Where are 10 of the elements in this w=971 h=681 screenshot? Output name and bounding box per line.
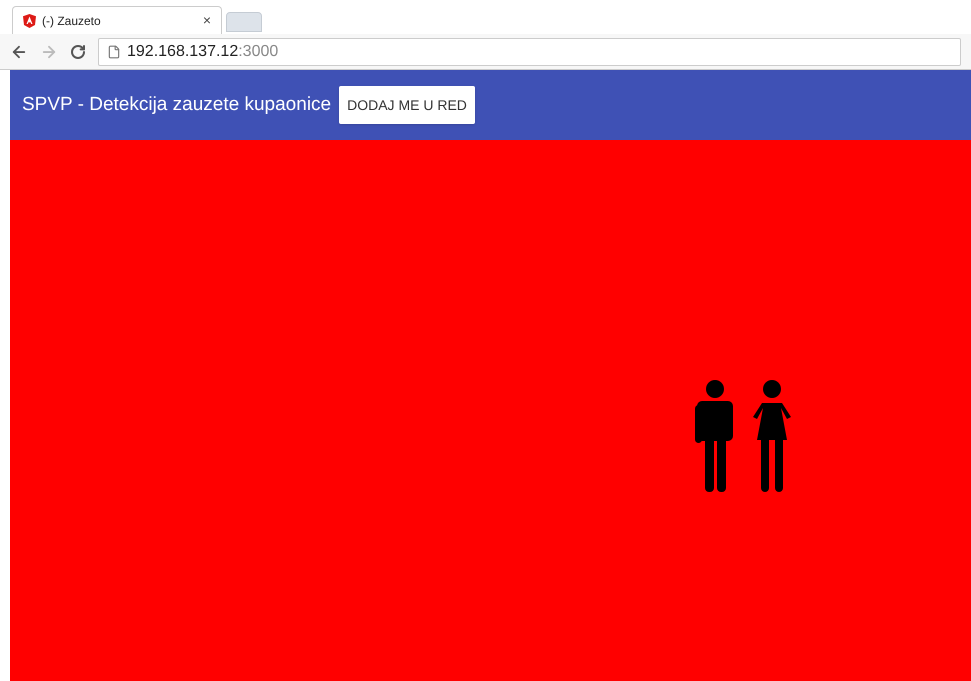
address-bar[interactable]: 192.168.137.12:3000 (98, 38, 961, 66)
tab-title: (-) Zauzeto (42, 12, 102, 30)
browser-tab[interactable]: (-) Zauzeto × (12, 6, 222, 34)
queue-button[interactable]: DODAJ ME U RED (339, 86, 475, 124)
reload-icon[interactable] (70, 44, 86, 60)
app-title: SPVP - Detekcija zauzete kupaonice (22, 92, 332, 117)
page-icon (107, 44, 121, 58)
tab-close[interactable]: × (202, 10, 211, 31)
shield-logo-icon (23, 14, 36, 28)
url-text: 192.168.137.12:3000 (127, 42, 278, 62)
